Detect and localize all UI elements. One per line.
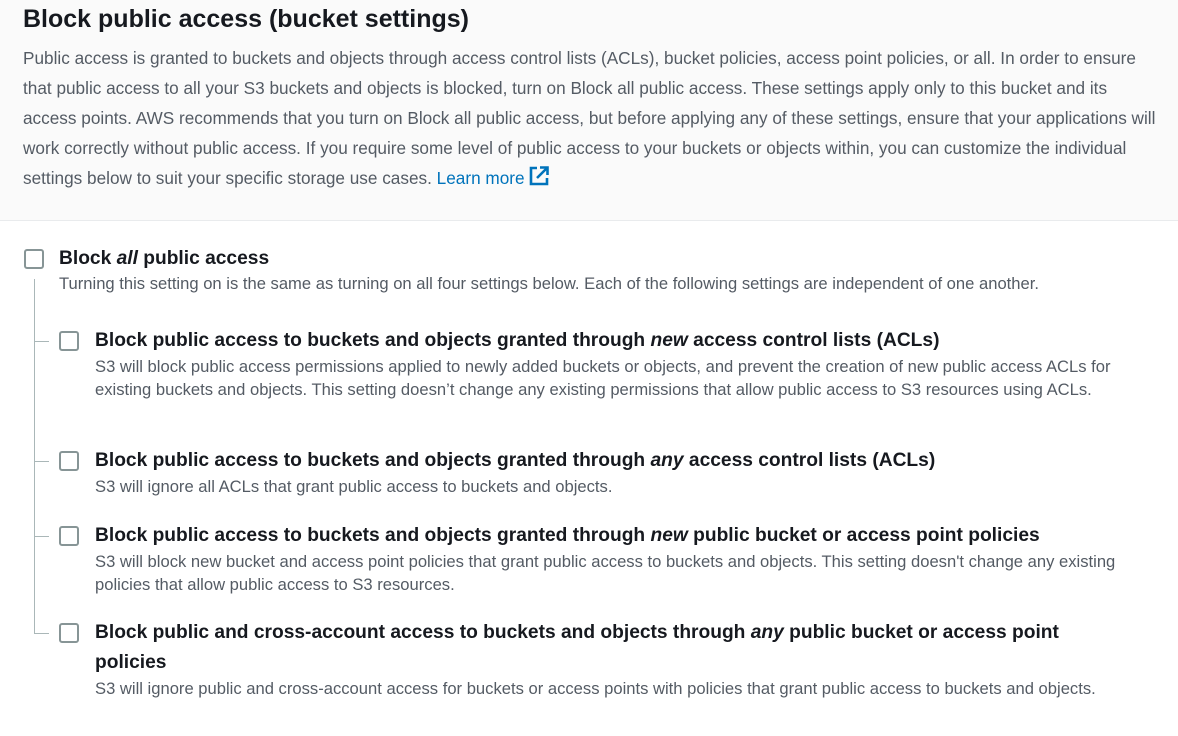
option-label-pre: Block public access to buckets and objec… — [95, 525, 651, 546]
block-new-policies-description: S3 will block new bucket and access poin… — [95, 552, 1116, 594]
option-label-post: public bucket or access point policies — [687, 525, 1040, 546]
option-label-em: any — [750, 622, 784, 643]
block-new-acls-label[interactable]: Block public access to buckets and objec… — [95, 326, 939, 356]
option-label-em: any — [650, 450, 684, 471]
section-description: Public access is granted to buckets and … — [23, 43, 1158, 196]
option-label-em: new — [650, 525, 688, 546]
block-all-description: Turning this setting on is the same as t… — [59, 274, 1039, 293]
option-label-em: new — [650, 330, 688, 351]
section-description-text: Public access is granted to buckets and … — [23, 48, 1156, 188]
block-new-policies-label[interactable]: Block public access to buckets and objec… — [95, 521, 1040, 551]
block-all-label-em: all — [116, 248, 138, 269]
learn-more-label: Learn more — [436, 168, 525, 188]
block-any-policies-description: S3 will ignore public and cross-account … — [95, 679, 1096, 698]
tree-branch — [34, 633, 49, 634]
block-all-label[interactable]: Block all public access — [59, 244, 269, 274]
tree-branch — [34, 461, 49, 462]
tree-branch — [34, 536, 49, 537]
tree-branch — [34, 341, 49, 342]
option-label-pre: Block public and cross-account access to… — [95, 622, 751, 643]
tree-connector-line — [34, 279, 35, 634]
external-link-icon — [528, 165, 550, 196]
info-panel: Block public access (bucket settings) Pu… — [0, 0, 1178, 221]
block-any-policies-label[interactable]: Block public and cross-account access to… — [95, 618, 1125, 678]
block-any-acls-description: S3 will ignore all ACLs that grant publi… — [95, 477, 613, 496]
block-any-acls-checkbox[interactable] — [59, 451, 79, 471]
block-all-label-post: public access — [137, 248, 270, 269]
block-all-label-pre: Block — [59, 248, 117, 269]
block-new-acls-checkbox[interactable] — [59, 331, 79, 351]
block-any-acls-label[interactable]: Block public access to buckets and objec… — [95, 446, 935, 476]
block-new-acls-description: S3 will block public access permissions … — [95, 357, 1111, 399]
learn-more-link[interactable]: Learn more — [436, 166, 550, 188]
page-title: Block public access (bucket settings) — [23, 5, 469, 33]
option-label-pre: Block public access to buckets and objec… — [95, 330, 651, 351]
block-any-policies-checkbox[interactable] — [59, 623, 79, 643]
option-label-post: access control lists (ACLs) — [687, 330, 940, 351]
option-label-pre: Block public access to buckets and objec… — [95, 450, 651, 471]
block-all-checkbox[interactable] — [24, 249, 44, 269]
block-new-policies-checkbox[interactable] — [59, 526, 79, 546]
option-label-post: access control lists (ACLs) — [683, 450, 936, 471]
